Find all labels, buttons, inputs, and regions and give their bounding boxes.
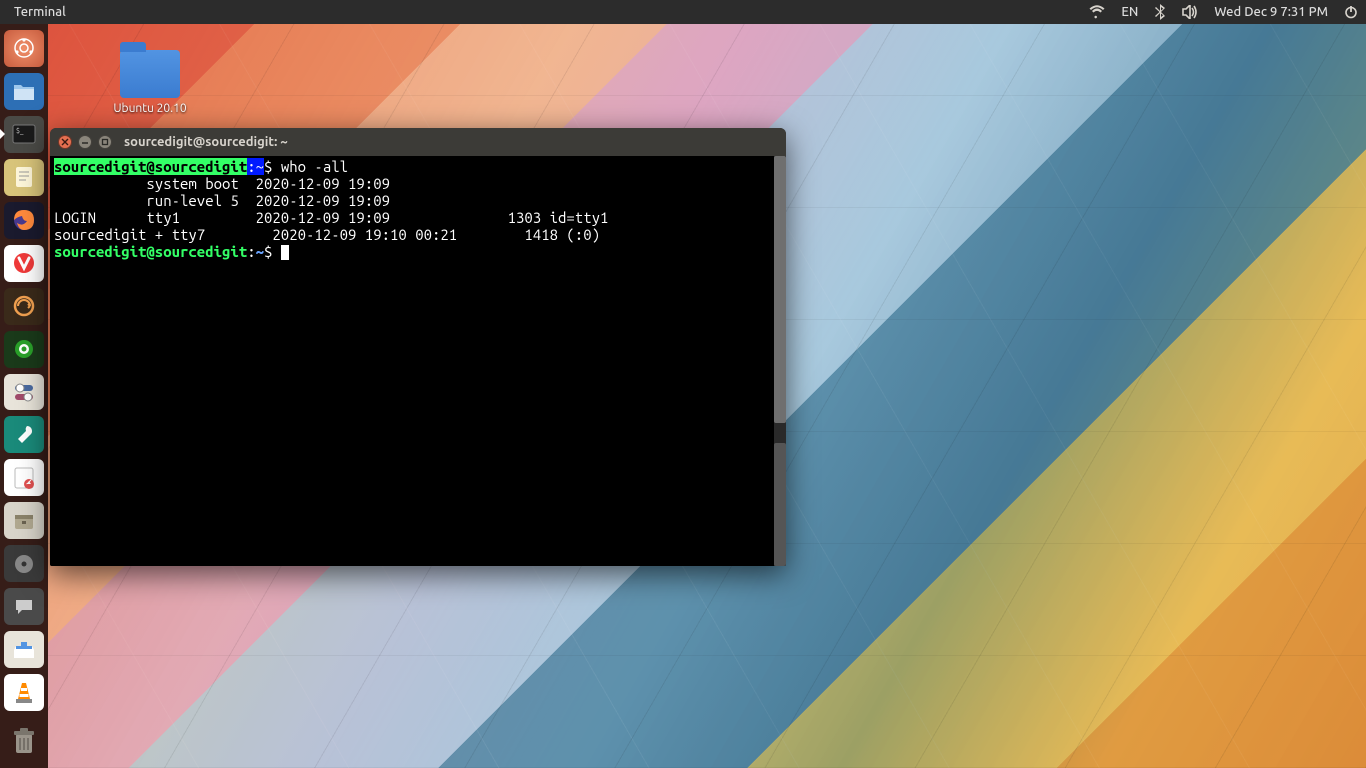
launcher-settings[interactable] [4, 374, 44, 411]
launcher-sync[interactable] [4, 288, 44, 325]
bluetooth-icon[interactable] [1146, 0, 1174, 24]
clock[interactable]: Wed Dec 9 7:31 PM [1206, 0, 1336, 24]
launcher-terminal[interactable]: $_ [4, 116, 44, 153]
launcher-dash[interactable] [4, 30, 44, 67]
desktop-folder[interactable]: Ubuntu 20.10 [100, 50, 200, 115]
power-icon[interactable] [1336, 0, 1366, 24]
window-titlebar[interactable]: sourcedigit@sourcedigit: ~ [50, 128, 786, 156]
volume-icon[interactable] [1174, 0, 1206, 24]
launcher-notes[interactable] [4, 459, 44, 496]
terminal-cursor [281, 245, 289, 260]
terminal-window: sourcedigit@sourcedigit: ~ sourcedigit@s… [50, 128, 786, 566]
scrollbar-thumb[interactable] [774, 156, 786, 423]
terminal-body[interactable]: sourcedigit@sourcedigit:~$ who -all syst… [50, 156, 786, 566]
wifi-icon[interactable] [1081, 0, 1113, 24]
svg-text:$_: $_ [16, 127, 24, 135]
launcher-vivaldi[interactable] [4, 245, 44, 282]
launcher-dock: $_ [0, 24, 48, 768]
window-close-button[interactable] [58, 135, 72, 149]
launcher-vlc[interactable] [4, 674, 44, 711]
window-maximize-button[interactable] [98, 135, 112, 149]
scrollbar-track-lower [774, 443, 786, 566]
folder-icon [120, 50, 180, 98]
top-panel: Terminal EN Wed Dec 9 7:31 PM [0, 0, 1366, 24]
launcher-files[interactable] [4, 73, 44, 110]
launcher-software[interactable] [4, 631, 44, 668]
keyboard-layout-indicator[interactable]: EN [1113, 0, 1146, 24]
launcher-chat[interactable] [4, 588, 44, 625]
window-minimize-button[interactable] [78, 135, 92, 149]
terminal-content: sourcedigit@sourcedigit:~$ who -all syst… [54, 158, 782, 260]
launcher-firefox[interactable] [4, 202, 44, 239]
window-title: sourcedigit@sourcedigit: ~ [124, 135, 288, 149]
launcher-shutter[interactable] [4, 331, 44, 368]
launcher-disks[interactable] [4, 545, 44, 582]
launcher-trash[interactable] [4, 723, 44, 760]
launcher-tweaks[interactable] [4, 416, 44, 453]
terminal-scrollbar[interactable] [774, 156, 786, 566]
launcher-text-editor[interactable] [4, 159, 44, 196]
launcher-archive[interactable] [4, 502, 44, 539]
desktop-folder-label: Ubuntu 20.10 [100, 102, 200, 115]
active-app-title[interactable]: Terminal [8, 5, 72, 19]
